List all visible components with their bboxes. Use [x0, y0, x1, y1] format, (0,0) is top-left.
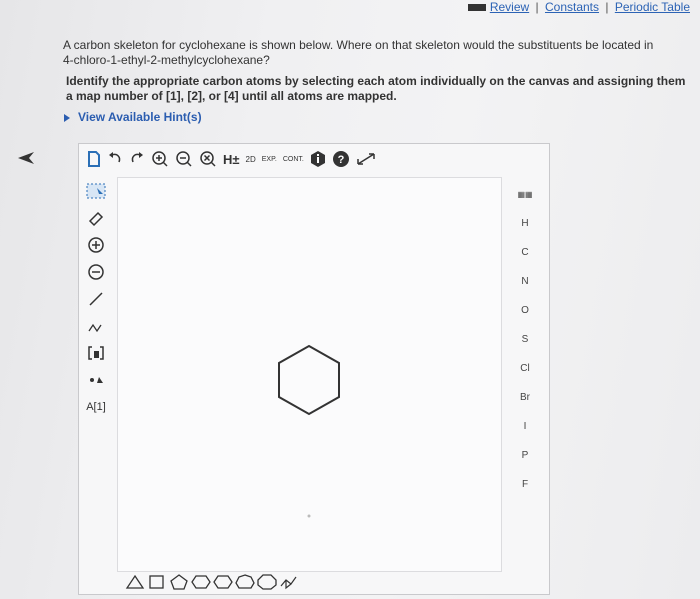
element-palette: ▦▦ H C N O S Cl Br I P F — [505, 180, 545, 499]
clean-2d-button[interactable]: 2D — [246, 148, 256, 170]
pentagon-ring-icon[interactable] — [169, 574, 189, 590]
element-p[interactable]: P — [505, 441, 545, 470]
hexagon-ring-alt-icon[interactable] — [213, 574, 233, 590]
zoom-reset-icon[interactable] — [199, 148, 217, 170]
element-br[interactable]: Br — [505, 383, 545, 412]
left-toolbar: A[1] — [81, 177, 111, 420]
view-hints-link[interactable]: View Available Hint(s) — [64, 110, 202, 124]
undo-icon[interactable] — [107, 148, 123, 170]
review-icon — [467, 4, 486, 12]
zoom-in-icon[interactable] — [151, 148, 169, 170]
periodic-table-icon[interactable]: ▦▦ — [505, 180, 545, 209]
element-i[interactable]: I — [505, 412, 545, 441]
svg-text:?: ? — [337, 154, 344, 166]
marvin-sketch-editor: H± 2D EXP. CONT. ? A[1] ▦▦ H C N O S Cl … — [78, 143, 550, 595]
chair-conformation-icon[interactable] — [279, 574, 299, 590]
redo-icon[interactable] — [129, 148, 145, 170]
expand-button[interactable]: EXP. — [262, 148, 277, 170]
periodic-table-link[interactable]: Periodic Table — [615, 0, 690, 14]
top-links: Review | Constants | Periodic Table — [467, 0, 690, 14]
zoom-out-icon[interactable] — [175, 148, 193, 170]
hydrogen-toggle-button[interactable]: H± — [223, 148, 240, 170]
octagon-ring-icon[interactable] — [257, 574, 277, 590]
square-ring-icon[interactable] — [147, 574, 167, 590]
element-f[interactable]: F — [505, 470, 545, 499]
pointer-arrow-icon — [18, 152, 34, 164]
triangle-right-icon — [64, 113, 70, 122]
ring-templates — [125, 574, 301, 590]
chain-tool-icon[interactable] — [81, 312, 111, 339]
separator: | — [535, 0, 539, 14]
help-icon[interactable]: ? — [332, 148, 350, 170]
view-hints-label: View Available Hint(s) — [78, 110, 202, 124]
question-text: A carbon skeleton for cyclohexane is sho… — [63, 38, 654, 67]
contract-button[interactable]: CONT. — [283, 148, 304, 170]
fullscreen-icon[interactable] — [356, 148, 376, 170]
drawing-canvas[interactable] — [117, 177, 502, 572]
heptagon-ring-icon[interactable] — [235, 574, 255, 590]
constants-link[interactable]: Constants — [545, 0, 599, 14]
separator: | — [605, 0, 609, 14]
eraser-icon[interactable] — [81, 204, 111, 231]
element-cl[interactable]: Cl — [505, 354, 545, 383]
single-bond-icon[interactable] — [81, 285, 111, 312]
new-document-icon[interactable] — [87, 148, 101, 170]
review-link[interactable]: Review — [490, 0, 529, 14]
positive-charge-icon[interactable] — [81, 231, 111, 258]
editor-toolbar: H± 2D EXP. CONT. ? — [79, 144, 549, 174]
selection-tool-icon[interactable] — [81, 177, 111, 204]
instruction-text: Identify the appropriate carbon atoms by… — [66, 74, 686, 103]
info-icon[interactable] — [310, 148, 326, 170]
element-s[interactable]: S — [505, 325, 545, 354]
atom-map-tool[interactable]: A[1] — [81, 393, 111, 420]
bracket-tool-icon[interactable] — [81, 339, 111, 366]
negative-charge-icon[interactable] — [81, 258, 111, 285]
element-c[interactable]: C — [505, 238, 545, 267]
element-n[interactable]: N — [505, 267, 545, 296]
lone-pair-icon[interactable] — [81, 366, 111, 393]
element-o[interactable]: O — [505, 296, 545, 325]
cyclohexane-skeleton[interactable] — [118, 178, 501, 571]
hexagon-ring-icon[interactable] — [191, 574, 211, 590]
triangle-ring-icon[interactable] — [125, 574, 145, 590]
element-h[interactable]: H — [505, 209, 545, 238]
